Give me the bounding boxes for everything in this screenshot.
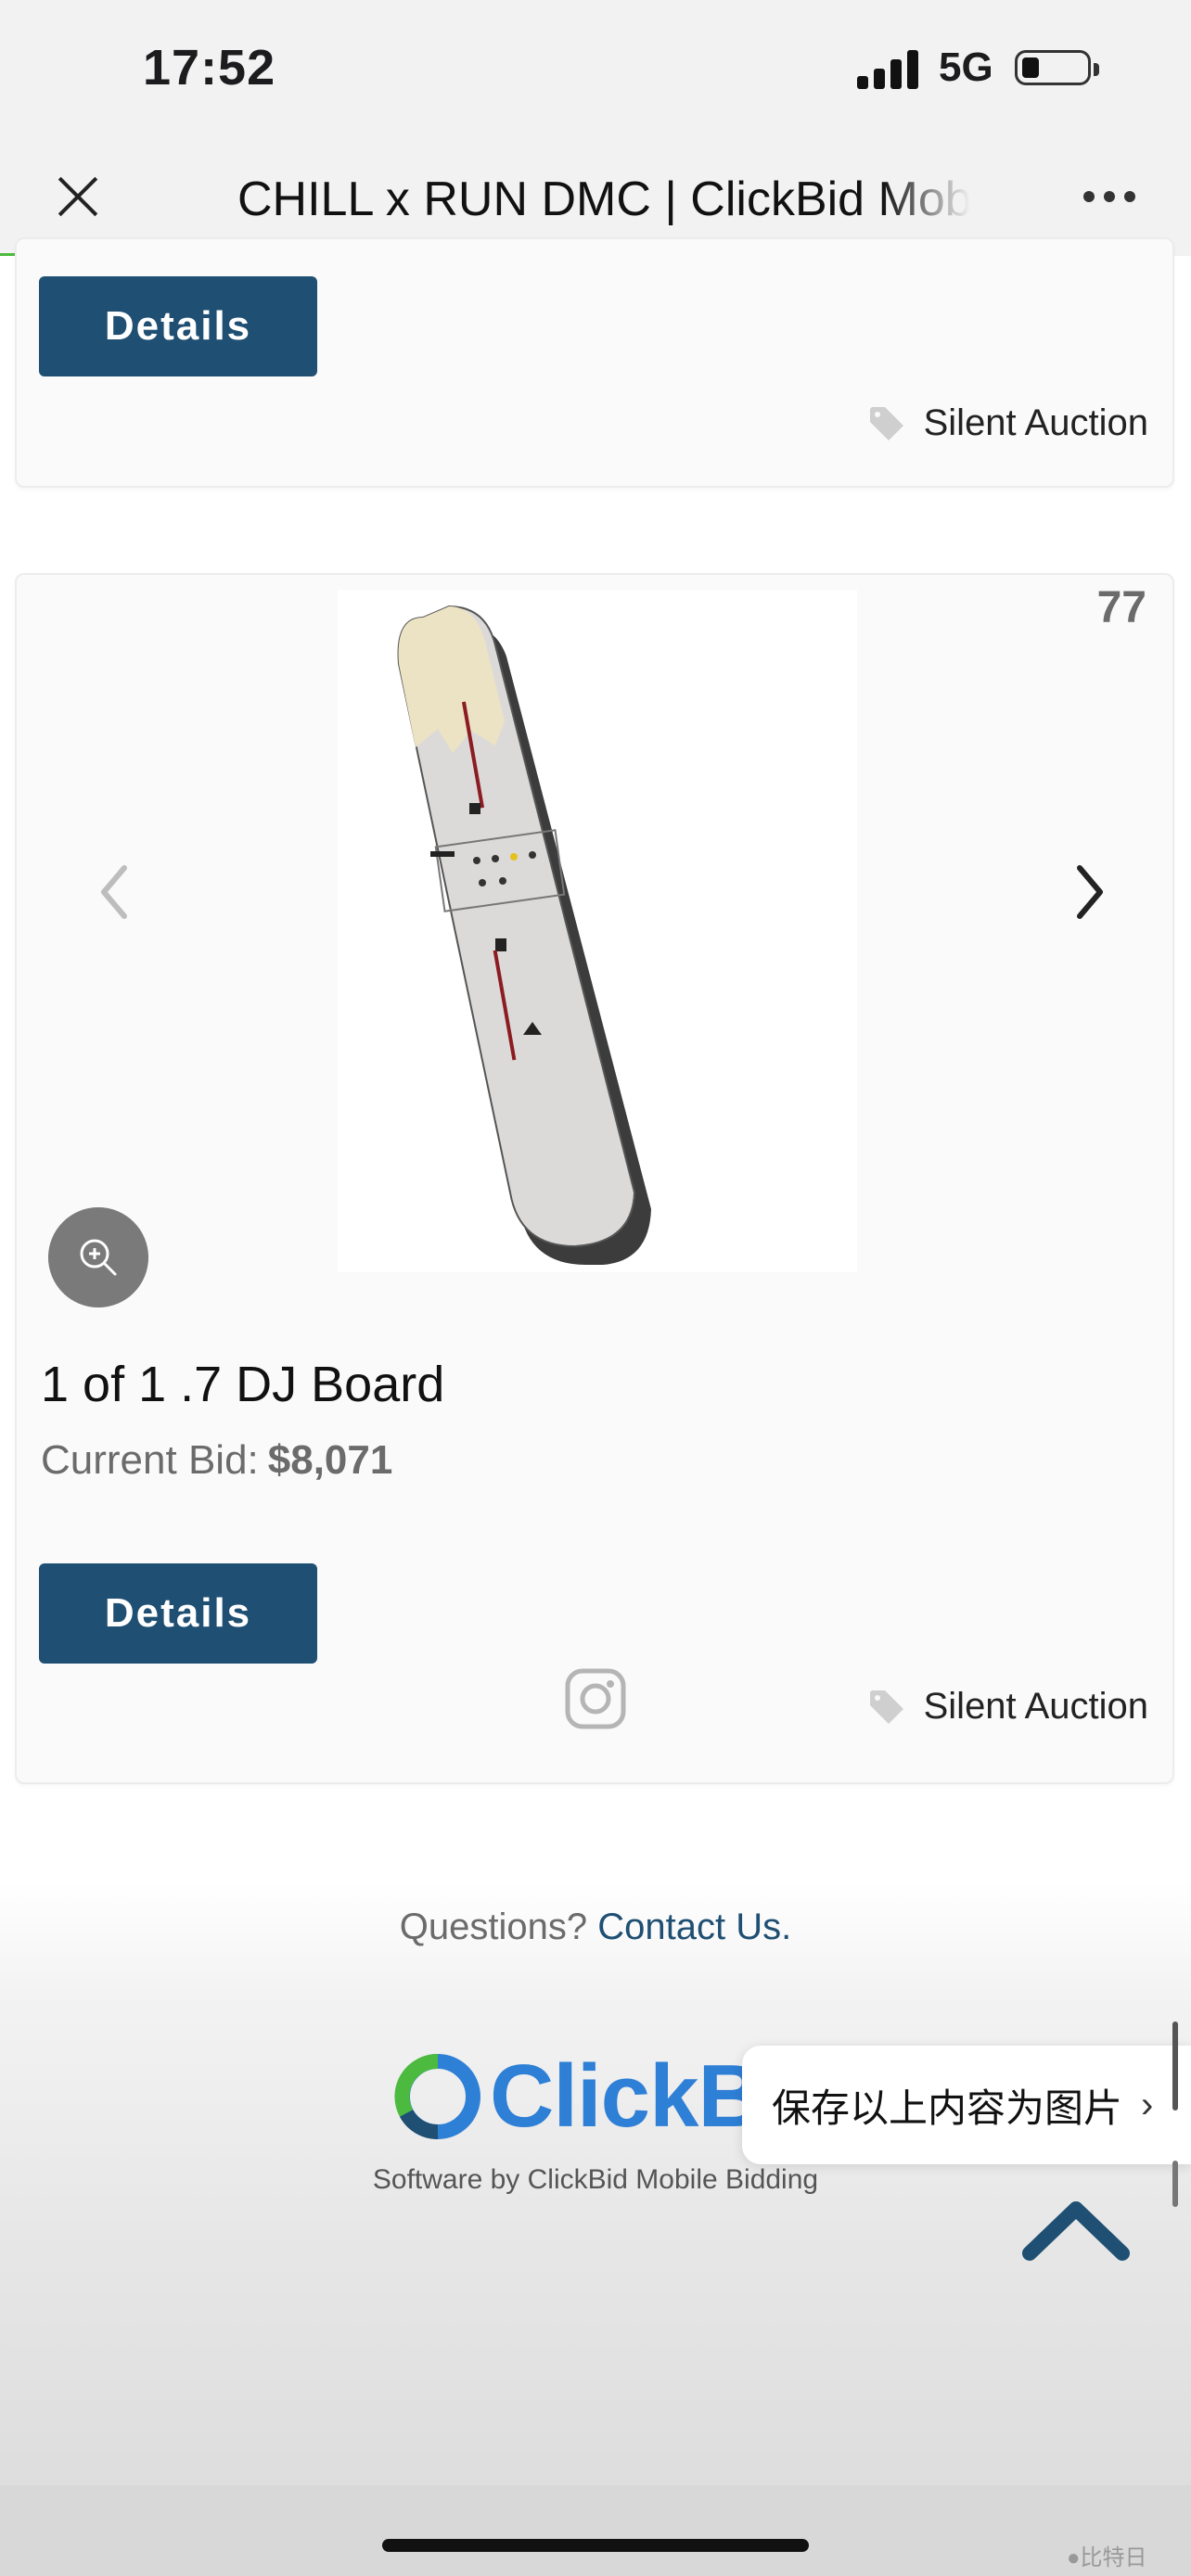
status-time: 17:52 (143, 40, 276, 96)
more-icon[interactable] (1083, 187, 1139, 206)
tag-icon (869, 406, 903, 440)
item-title[interactable]: 1 of 1 .7 DJ Board (41, 1356, 444, 1413)
signal-icon (857, 48, 922, 89)
save-as-image-label: 保存以上内容为图片 (772, 2085, 1123, 2130)
scrollbar[interactable] (1172, 2021, 1178, 2111)
zoom-in-icon[interactable] (48, 1207, 148, 1307)
item-number: 77 (1096, 583, 1146, 632)
current-bid-label: Current Bid: (41, 1437, 259, 1483)
watermark: ●比特日 (1067, 2545, 1147, 2570)
save-as-image-button[interactable]: 保存以上内容为图片 › (742, 2046, 1191, 2164)
item-card: Details Silent Auction (15, 237, 1174, 488)
bottom-bar (0, 2485, 1191, 2576)
page-title: CHILL x RUN DMC | ClickBid Mobile Biddin… (237, 172, 970, 226)
scrollbar-thumb[interactable] (1172, 2161, 1178, 2207)
close-icon[interactable] (48, 167, 108, 226)
questions-label: Questions? (399, 1906, 588, 1947)
status-bar: 17:52 5G (0, 0, 1191, 139)
current-bid: Current Bid: $8,071 (41, 1437, 392, 1484)
battery-icon (1015, 50, 1099, 85)
chevron-right-icon: › (1141, 2084, 1154, 2125)
category-label: Silent Auction (868, 1686, 1148, 1728)
item-card: 77 1 of 1 .7 DJ Board Current Bid: $8,07… (15, 573, 1174, 1784)
category-label: Silent Auction (868, 402, 1148, 444)
current-bid-amount: $8,071 (267, 1437, 393, 1483)
chevron-left-icon[interactable] (87, 855, 143, 929)
contact-us-link[interactable]: Contact Us. (597, 1906, 791, 1947)
category-text: Silent Auction (923, 1686, 1148, 1727)
details-button[interactable]: Details (39, 1563, 317, 1664)
clickbid-logo-text: ClickBi (490, 2047, 786, 2146)
instagram-icon[interactable] (562, 1665, 629, 1732)
clickbid-logo: ClickBi (393, 2046, 786, 2148)
tag-icon (869, 1690, 903, 1724)
chevron-right-icon[interactable] (1061, 855, 1117, 929)
details-button[interactable]: Details (39, 276, 317, 376)
category-text: Silent Auction (923, 402, 1148, 443)
home-indicator[interactable] (382, 2539, 809, 2552)
network-label: 5G (939, 45, 993, 90)
clickbid-logo-mark (394, 2053, 480, 2139)
chevron-up-icon[interactable] (983, 2161, 1169, 2272)
questions-text: Questions? Contact Us. (0, 1906, 1191, 1948)
item-image[interactable] (338, 590, 857, 1272)
